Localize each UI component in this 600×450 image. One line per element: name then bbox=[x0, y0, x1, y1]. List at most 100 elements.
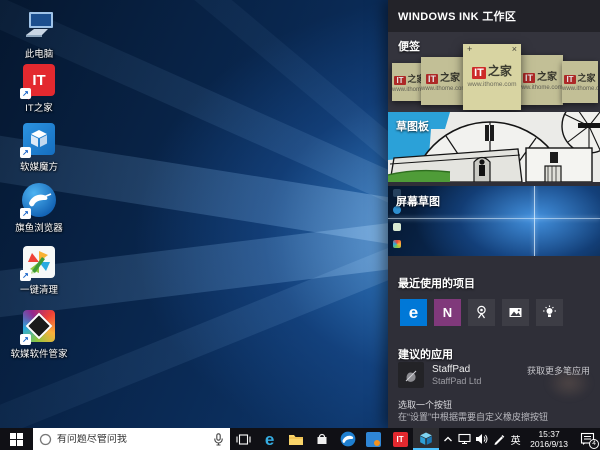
cortana-search-box[interactable] bbox=[32, 428, 231, 450]
clock-time: 15:37 bbox=[538, 429, 560, 439]
staffpad-icon bbox=[398, 362, 424, 388]
screen-sketch-section[interactable]: 屏幕草图 bbox=[388, 186, 600, 256]
lightbulb-icon bbox=[543, 305, 556, 317]
sticky-note[interactable]: IT之家 www.ithome.com bbox=[421, 57, 465, 105]
sticky-note[interactable]: IT之家 www.ithome.com bbox=[562, 61, 598, 103]
magic-cube-icon: ↗ bbox=[20, 121, 57, 158]
sticky-note-front[interactable]: + × IT 之家 www.ithome.com bbox=[463, 44, 521, 110]
ime-indicator[interactable]: 英 bbox=[507, 428, 524, 450]
taskbar-ithome-button[interactable]: IT bbox=[387, 428, 413, 450]
magic-cube-icon bbox=[420, 432, 432, 445]
recent-tile-edge[interactable]: e bbox=[400, 299, 427, 326]
system-tray: 英 15:37 2016/9/13 4 bbox=[439, 428, 600, 450]
recent-tile-ideas[interactable] bbox=[536, 299, 563, 326]
sticky-note[interactable]: IT之家 www.ithome.com bbox=[517, 55, 563, 105]
panel-title: WINDOWS INK 工作区 bbox=[388, 0, 600, 32]
desktop-icon-label: 一键清理 bbox=[19, 285, 58, 296]
network-status-button[interactable] bbox=[456, 428, 473, 450]
microphone-icon[interactable] bbox=[213, 432, 224, 446]
pen-icon bbox=[494, 434, 505, 445]
shortcut-arrow-icon: ↗ bbox=[20, 270, 31, 281]
shortcut-arrow-icon: ↗ bbox=[20, 147, 31, 158]
app-name: StaffPad bbox=[432, 364, 471, 375]
get-more-pen-apps-link[interactable]: 获取更多笔应用 bbox=[527, 364, 590, 377]
action-center-button[interactable]: 4 bbox=[574, 428, 600, 450]
sailfish-browser-icon bbox=[340, 431, 356, 447]
recent-items-label: 最近使用的项目 bbox=[398, 278, 475, 290]
desktop-icon-qiyu-browser[interactable]: ↗ 旗鱼浏览器 bbox=[6, 182, 72, 234]
desktop-icon-label: 此电脑 bbox=[24, 49, 54, 60]
desktop-icon-ithome[interactable]: IT ↗ IT之家 bbox=[6, 62, 72, 114]
desktop-icon-cleaner[interactable]: ↗ 一键清理 bbox=[6, 244, 72, 296]
this-pc-icon bbox=[21, 8, 57, 44]
recent-tile-photos[interactable] bbox=[502, 299, 529, 326]
show-hidden-icons-button[interactable] bbox=[439, 428, 456, 450]
suggested-apps-section: 建议的应用 StaffPad StaffPad Ltd 获取更多笔应用 bbox=[388, 344, 600, 400]
suggested-app-staffpad[interactable]: StaffPad StaffPad Ltd bbox=[398, 362, 481, 388]
taskbar: e IT bbox=[0, 428, 600, 450]
windows-ink-workspace-panel: WINDOWS INK 工作区 便签 IT之家 www.ithome.com I… bbox=[388, 0, 600, 428]
app-publisher: StaffPad Ltd bbox=[432, 376, 482, 386]
mini-desktop-icon bbox=[393, 240, 401, 248]
note-add-button[interactable]: + bbox=[467, 45, 472, 54]
taskbar-store-button[interactable] bbox=[309, 428, 335, 450]
windows-logo-icon bbox=[9, 432, 23, 446]
ruanmei-app-icon bbox=[366, 431, 382, 447]
webcam-icon bbox=[477, 305, 486, 319]
chevron-up-icon bbox=[443, 436, 452, 442]
mini-desktop-icon bbox=[393, 223, 401, 231]
desktop-icon-label: 软媒魔方 bbox=[19, 162, 58, 173]
sailfish-browser-icon: ↗ bbox=[20, 182, 57, 219]
taskbar-edge-button[interactable]: e bbox=[257, 428, 283, 450]
taskbar-mofang-button-active[interactable] bbox=[413, 428, 440, 450]
pen-settings-button[interactable] bbox=[490, 428, 507, 450]
recent-items-section: 最近使用的项目 e N bbox=[388, 262, 600, 344]
desktop-icon-label: IT之家 bbox=[25, 103, 53, 114]
screen-sketch-label: 屏幕草图 bbox=[396, 196, 440, 208]
desktop-icon-mofang[interactable]: ↗ 软媒魔方 bbox=[6, 121, 72, 173]
recent-tile-camera[interactable] bbox=[468, 299, 495, 326]
shortcut-arrow-icon: ↗ bbox=[20, 334, 31, 345]
edge-icon: e bbox=[408, 303, 419, 322]
clock-date: 2016/9/13 bbox=[530, 439, 568, 449]
volume-button[interactable] bbox=[473, 428, 490, 450]
taskbar-ruanmei-app-button[interactable] bbox=[361, 428, 387, 450]
photo-icon bbox=[509, 308, 522, 317]
onenote-icon: N bbox=[442, 305, 453, 320]
recent-tile-onenote[interactable]: N bbox=[434, 299, 461, 326]
sticky-notes-section[interactable]: 便签 IT之家 www.ithome.com IT之家 www.ithome.c… bbox=[388, 32, 600, 112]
desktop-icon-label: 软媒软件管家 bbox=[10, 349, 68, 360]
window-glow-line bbox=[534, 186, 536, 256]
task-view-icon bbox=[236, 433, 251, 445]
cortana-icon bbox=[39, 433, 52, 445]
sketchpad-section[interactable]: 草图板 bbox=[388, 112, 600, 182]
footer-line2: 在“设置”中根据需要自定义橡皮擦按钮 bbox=[398, 412, 548, 422]
ithome-icon: IT ↗ bbox=[20, 62, 57, 100]
clock[interactable]: 15:37 2016/9/13 bbox=[524, 429, 574, 449]
start-button[interactable] bbox=[0, 428, 33, 450]
task-view-button[interactable] bbox=[230, 428, 256, 450]
window-glow-line bbox=[388, 217, 600, 219]
taskbar-file-explorer-button[interactable] bbox=[283, 428, 309, 450]
suggested-apps-label: 建议的应用 bbox=[398, 349, 453, 361]
sticky-notes-label: 便签 bbox=[398, 41, 420, 53]
edge-icon: e bbox=[264, 429, 275, 449]
search-input[interactable] bbox=[56, 433, 209, 445]
folder-icon bbox=[288, 434, 303, 445]
network-icon bbox=[458, 433, 471, 445]
software-manager-icon: ↗ bbox=[20, 308, 57, 345]
speaker-icon bbox=[476, 434, 488, 444]
sketchpad-label: 草图板 bbox=[396, 121, 429, 133]
shortcut-arrow-icon: ↗ bbox=[20, 88, 31, 99]
desktop-icon-software-manager[interactable]: ↗ 软媒软件管家 bbox=[6, 308, 72, 360]
desktop-icon-label: 旗鱼浏览器 bbox=[15, 223, 63, 234]
panel-footer: 选取一个按钮 在“设置”中根据需要自定义橡皮擦按钮 bbox=[388, 396, 600, 428]
screen: 此电脑 IT ↗ IT之家 ↗ 软媒魔方 ↗ 旗鱼浏览器 ↗ 一键清理 ↗ 软媒… bbox=[0, 0, 600, 450]
shortcut-arrow-icon: ↗ bbox=[20, 208, 31, 219]
notification-badge: 4 bbox=[589, 439, 599, 449]
store-bag-icon bbox=[317, 433, 327, 444]
note-close-button[interactable]: × bbox=[512, 45, 517, 54]
taskbar-sailfish-browser-button[interactable] bbox=[335, 428, 361, 450]
ithome-icon: IT bbox=[392, 431, 408, 447]
desktop-icon-this-pc[interactable]: 此电脑 bbox=[6, 8, 72, 60]
